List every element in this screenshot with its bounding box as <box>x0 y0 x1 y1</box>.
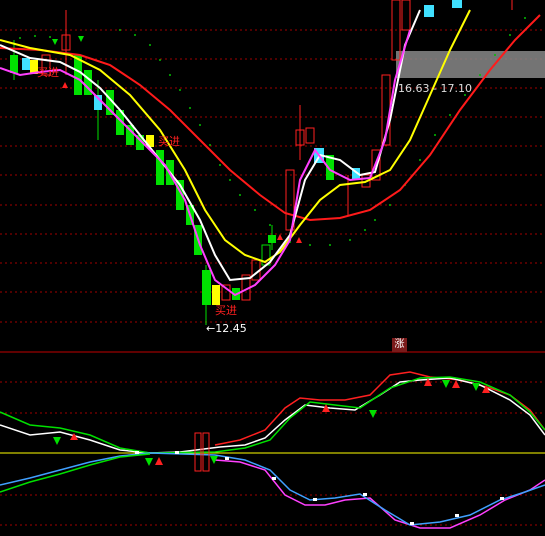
low-price-label: ←12.45 <box>206 322 247 335</box>
indicator-arrows <box>53 378 504 525</box>
chart-canvas[interactable] <box>0 0 545 536</box>
buy-label-3: 买进 <box>215 304 237 317</box>
indicator-lines <box>0 371 545 529</box>
range-highlight-box <box>396 51 545 78</box>
buy-label-1: 买进 <box>37 66 59 79</box>
rise-badge[interactable]: 涨 <box>392 338 407 352</box>
ma-magenta <box>0 29 411 297</box>
chart-window: 16.63 - 17.10 ←12.45 买进 买进 买进 涨 <box>0 0 545 536</box>
buy-label-2: 买进 <box>158 135 180 148</box>
range-label: 16.63 - 17.10 <box>398 82 472 95</box>
candlesticks[interactable] <box>10 0 513 325</box>
